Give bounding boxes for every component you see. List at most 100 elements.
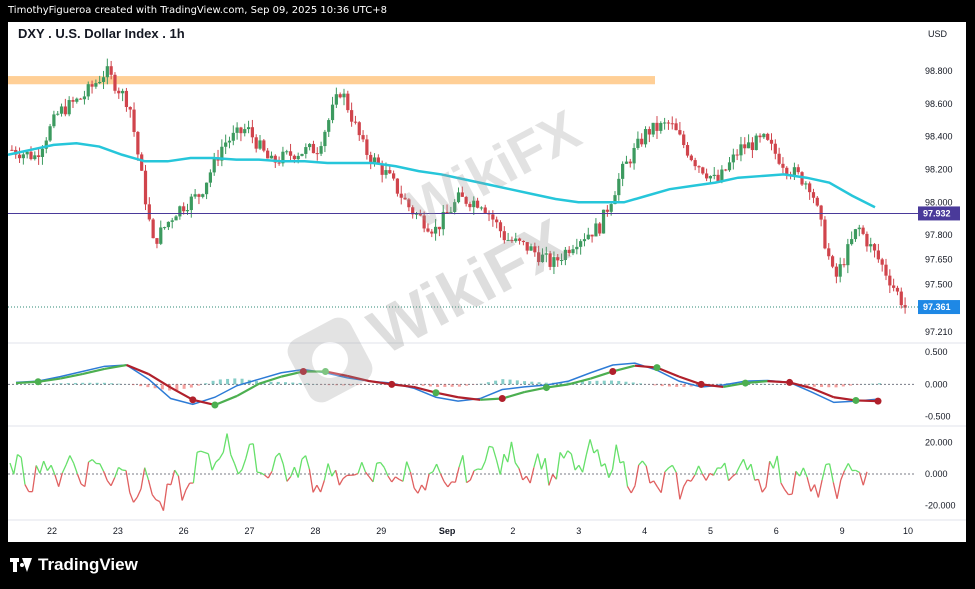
candle — [575, 238, 579, 255]
oscillator-segment — [177, 475, 183, 501]
candle-body — [842, 264, 846, 266]
macd-histogram-bar — [298, 382, 302, 385]
oscillator-segment — [555, 452, 561, 480]
candle-body — [853, 229, 858, 240]
oscillator-segment — [376, 461, 381, 464]
macd-histogram-bar — [530, 381, 534, 385]
oscillator-segment — [69, 455, 75, 464]
candle — [308, 143, 312, 151]
oscillator-segment — [757, 479, 763, 493]
oscillator-segment — [136, 488, 142, 498]
oscillator-segment — [215, 458, 221, 463]
candle-body — [598, 223, 602, 234]
oscillator-segment — [319, 480, 325, 493]
candle — [48, 123, 52, 142]
candle — [750, 137, 755, 159]
candle-body — [258, 140, 262, 149]
oscillator-segment — [24, 484, 30, 492]
x-tick-label: 6 — [774, 526, 779, 536]
oscillator-segment — [742, 459, 748, 471]
candle-body — [830, 256, 835, 267]
oscillator-segment — [13, 454, 19, 475]
oscillator-segment — [58, 472, 64, 487]
macd-histogram-bar — [59, 383, 63, 385]
oscillator-segment — [462, 455, 468, 483]
oscillator-segment — [282, 463, 288, 482]
candle-body — [495, 219, 499, 223]
oscillator-segment — [432, 463, 438, 473]
macd-histogram-bar — [682, 384, 686, 387]
candle — [17, 147, 22, 164]
candle-body — [174, 216, 178, 221]
signal-line-segment — [214, 394, 238, 406]
candle-body — [208, 172, 213, 183]
oscillator-segment — [664, 467, 670, 473]
candle — [850, 231, 854, 246]
candle-body — [773, 143, 777, 154]
candle-body — [315, 153, 319, 155]
candle — [876, 243, 880, 263]
oscillator-segment — [88, 458, 93, 463]
candle-body — [834, 266, 838, 277]
signal-line-segment — [148, 373, 172, 389]
oscillator-segment — [413, 487, 419, 494]
oscillator-segment — [424, 473, 430, 491]
macd-cross-up-marker — [653, 364, 661, 372]
chart-svg[interactable]: 98.800 98.600 98.400 98.200 98.000 97.800 97.6… — [0, 0, 975, 545]
oscillator-segment — [252, 443, 258, 473]
candle — [246, 120, 251, 134]
oscillator-segment — [567, 450, 572, 455]
oscillator-segment — [387, 475, 393, 483]
macd-histogram-bar — [588, 381, 592, 385]
candle-body — [48, 126, 52, 141]
candle-body — [640, 138, 644, 145]
macd-histogram-bar — [233, 378, 237, 385]
macd-histogram-bar — [95, 382, 99, 385]
candle — [71, 96, 75, 109]
macd-histogram-bar — [624, 381, 628, 385]
candle — [659, 121, 663, 134]
candle-body — [197, 194, 201, 197]
candle — [487, 210, 491, 222]
oscillator-segment — [20, 457, 26, 485]
price-tick-label: 98.000 — [925, 197, 953, 207]
macd-histogram-bar — [841, 384, 845, 387]
macd-histogram-bar — [269, 381, 273, 385]
candle — [323, 129, 327, 153]
candle — [895, 285, 900, 296]
oscillator-panel[interactable] — [8, 433, 915, 511]
macd-histogram-bar — [457, 384, 461, 387]
currency-label: USD — [928, 29, 948, 39]
tradingview-logo[interactable]: TradingView — [10, 555, 138, 575]
candle — [857, 224, 861, 237]
candle-body — [746, 142, 751, 149]
candle-body — [166, 221, 171, 228]
candle — [56, 110, 60, 116]
oscillator-segment — [354, 472, 359, 476]
candle — [892, 278, 896, 292]
macd-histogram-bar — [189, 384, 193, 388]
macd-panel[interactable] — [8, 362, 915, 409]
candle — [63, 98, 67, 117]
x-tick-label: 10 — [903, 526, 913, 536]
candle-body — [82, 96, 87, 100]
candle — [128, 106, 132, 118]
candle-body — [651, 122, 655, 135]
candle-body — [624, 161, 629, 164]
oscillator-segment — [735, 465, 741, 474]
candle — [319, 141, 323, 157]
candle — [143, 164, 148, 211]
candle — [315, 147, 319, 161]
candle — [685, 142, 690, 158]
oscillator-segment — [61, 464, 67, 474]
oscillator-segment — [754, 478, 759, 481]
candle — [67, 96, 71, 117]
macd-histogram-bar — [465, 384, 469, 386]
candle — [147, 197, 151, 222]
candle-body — [369, 154, 373, 163]
oscillator-segment — [129, 492, 135, 503]
oscillator-segment — [308, 469, 314, 493]
candle-body — [689, 155, 693, 161]
candle — [235, 122, 239, 140]
oscillator-segment — [342, 474, 348, 480]
